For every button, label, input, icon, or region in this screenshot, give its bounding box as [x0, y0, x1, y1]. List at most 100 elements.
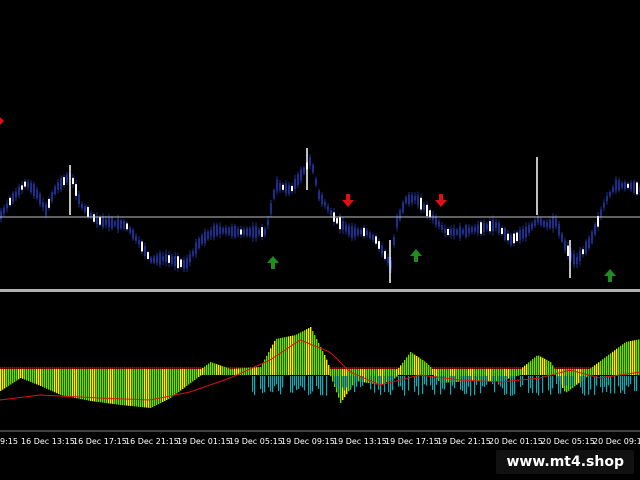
- histogram-bar: [618, 347, 620, 375]
- candle-body: [420, 197, 422, 210]
- histogram-bar: [300, 332, 302, 375]
- histogram-bar: [170, 369, 172, 398]
- candle-body: [531, 223, 533, 229]
- candle-body: [348, 225, 350, 235]
- candle-body: [636, 182, 638, 195]
- histogram-bar: [258, 367, 260, 375]
- candle-body: [216, 224, 218, 236]
- candle-body: [114, 221, 116, 226]
- histogram-bar: [270, 348, 272, 375]
- histogram-bar: [212, 362, 214, 375]
- histogram-bar: [610, 353, 612, 375]
- histogram-bar: [56, 369, 58, 394]
- histogram-bar: [600, 360, 602, 375]
- candle-body: [162, 255, 164, 261]
- histogram-bar: [594, 365, 596, 375]
- histogram-bar-teal: [566, 376, 568, 386]
- histogram-bar-teal: [474, 376, 476, 396]
- histogram-bar: [532, 359, 534, 375]
- candle-body: [321, 194, 323, 205]
- histogram-bar-teal: [590, 376, 592, 390]
- histogram-bar-teal: [312, 376, 314, 392]
- histogram-bar: [232, 368, 234, 375]
- candle-body: [6, 203, 8, 209]
- histogram-bar-teal: [486, 376, 488, 385]
- candle-body: [471, 227, 473, 233]
- histogram-bar: [608, 354, 610, 375]
- histogram-bar-teal: [584, 376, 586, 396]
- candle-body: [576, 256, 578, 265]
- histogram-bar: [204, 366, 206, 375]
- histogram-bar-teal: [274, 376, 276, 387]
- candle-body: [549, 219, 551, 228]
- candle-body: [237, 228, 239, 235]
- histogram-bar-teal: [548, 376, 550, 391]
- histogram-bar: [184, 369, 186, 388]
- histogram-bar: [168, 369, 170, 399]
- histogram-bar-teal: [440, 376, 442, 395]
- histogram-bar: [448, 369, 450, 383]
- watermark[interactable]: www.mt4.shop: [496, 450, 634, 474]
- histogram-bar: [196, 369, 198, 379]
- candle-body: [201, 235, 203, 244]
- candle-body: [516, 232, 518, 242]
- histogram-bar-teal: [278, 376, 280, 391]
- histogram-bar-teal: [304, 376, 306, 391]
- candle-body: [63, 177, 65, 186]
- candle-body: [234, 225, 236, 238]
- histogram-bar: [292, 335, 294, 375]
- candle-body: [105, 219, 107, 225]
- histogram-bar: [90, 369, 92, 401]
- histogram-bar: [230, 369, 232, 375]
- histogram-bar-teal: [606, 376, 608, 392]
- histogram-bar-teal: [342, 376, 344, 388]
- trading-chart[interactable]: 9:15 16 Dec 13:15 16 Dec 17:15 16 Dec 21…: [0, 0, 640, 480]
- histogram-bar-teal: [434, 376, 436, 395]
- candle-body: [381, 245, 383, 255]
- candle-body: [489, 221, 491, 232]
- histogram-bar: [496, 369, 498, 381]
- histogram-bar: [326, 359, 328, 375]
- histogram-bar: [68, 369, 70, 397]
- histogram-bar-teal: [318, 376, 320, 389]
- histogram-bar: [552, 365, 554, 375]
- histogram-bar: [348, 369, 350, 392]
- histogram-bar: [228, 368, 230, 375]
- histogram-bar: [210, 362, 212, 375]
- histogram-bar-teal: [572, 376, 574, 386]
- candle-body: [219, 226, 221, 234]
- histogram-bar: [176, 369, 178, 394]
- candle-body: [177, 256, 179, 269]
- histogram-bar-teal: [302, 376, 304, 388]
- histogram-bar-teal: [510, 376, 512, 396]
- candle-body: [501, 228, 503, 234]
- histogram-bar-teal: [620, 376, 622, 394]
- histogram-bar: [124, 369, 126, 406]
- histogram-bar: [626, 341, 628, 375]
- candle-body: [27, 182, 29, 188]
- candle-body: [99, 216, 101, 225]
- histogram-bar: [314, 335, 316, 375]
- panel-separator[interactable]: [0, 289, 640, 292]
- histogram-bar: [274, 340, 276, 375]
- candle-body: [168, 255, 170, 263]
- histogram-bar: [58, 369, 60, 395]
- histogram-bar-teal: [298, 376, 300, 390]
- candle-body: [519, 230, 521, 241]
- histogram-bar-teal: [402, 376, 404, 391]
- candle-body: [552, 217, 554, 229]
- histogram-bar: [624, 342, 626, 375]
- candle-body: [342, 221, 344, 230]
- histogram-bar: [472, 369, 474, 381]
- histogram-bar-teal: [432, 376, 434, 390]
- histogram-bar: [536, 355, 538, 375]
- histogram-bar: [52, 369, 54, 392]
- histogram-bar-teal: [338, 376, 340, 394]
- histogram-bar: [6, 369, 8, 388]
- histogram-bar-teal: [346, 376, 348, 388]
- candle-body: [156, 255, 158, 263]
- candle-body: [627, 183, 629, 188]
- histogram-bar: [386, 369, 388, 383]
- histogram-bar: [16, 369, 18, 381]
- histogram-bar: [632, 340, 634, 375]
